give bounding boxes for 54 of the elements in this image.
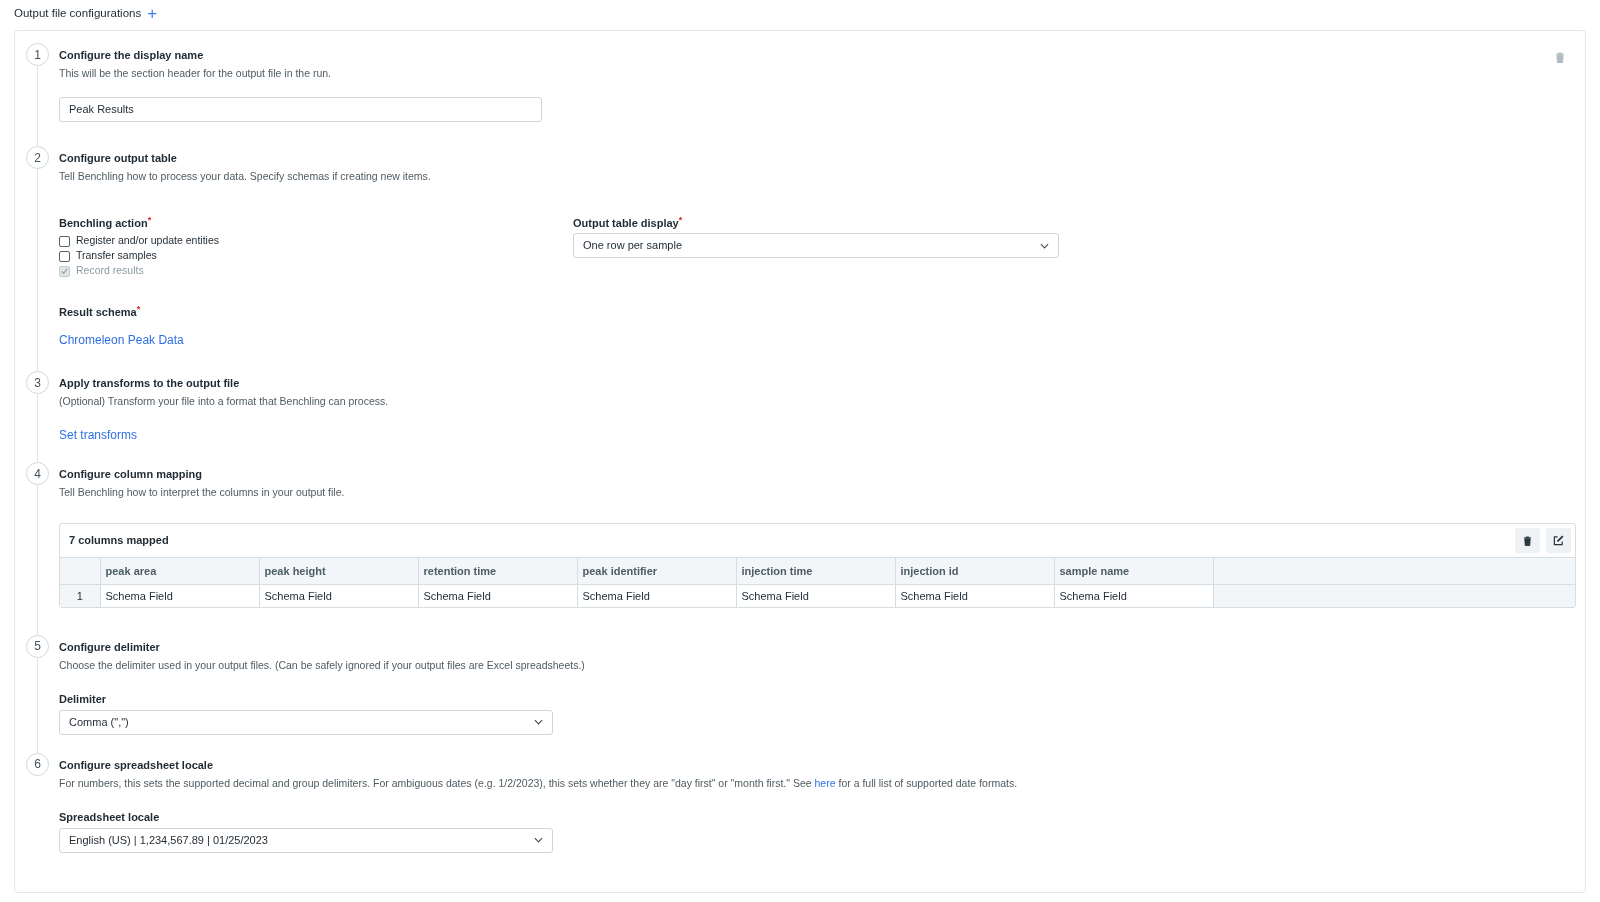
checkbox-label: Register and/or update entities	[76, 233, 219, 249]
dropdown[interactable]: One row per sample	[573, 233, 1059, 258]
delete-button[interactable]	[1515, 528, 1540, 553]
table-cell: Schema Field	[418, 584, 577, 607]
row-number: 1	[60, 584, 100, 607]
chevron-down-icon	[534, 719, 543, 725]
text-field[interactable]: Peak Results	[59, 97, 542, 122]
chevron-down-icon	[1040, 242, 1049, 249]
step-title: Configure the display name	[59, 48, 204, 61]
column-header: peak area	[100, 557, 259, 585]
checkbox[interactable]	[59, 235, 70, 247]
link[interactable]: Set transforms	[59, 426, 138, 444]
edit-button[interactable]	[1546, 528, 1571, 553]
edit-icon	[1553, 535, 1564, 546]
column-header: retention time	[418, 557, 577, 585]
step-title: Configure output table	[59, 151, 177, 164]
step-title: Configure column mapping	[59, 467, 202, 480]
table-cell: Schema Field	[1054, 584, 1213, 607]
step-description: Tell Benchling how to interpret the columns in your output file.	[59, 485, 346, 498]
add-button[interactable]: +	[147, 6, 158, 22]
column-header: sample name	[1054, 557, 1213, 585]
column-header: injection id	[895, 557, 1054, 585]
table-cell: Schema Field	[577, 584, 736, 607]
field-label: Output table display$^{*}$	[573, 215, 684, 229]
checkbox[interactable]	[59, 250, 70, 262]
step-description: Tell Benchling how to process your data. Specify schemas if creating new items.	[59, 169, 432, 182]
step-title: Apply transforms to the output file	[59, 376, 240, 389]
column-header: injection time	[736, 557, 895, 585]
field-label: Benchling action$^{*}$	[59, 215, 153, 229]
link[interactable]: here	[814, 776, 836, 789]
table-caption: 7 columns mapped	[69, 533, 169, 549]
field-label: Delimiter	[59, 691, 108, 705]
table-cell: Schema Field	[895, 584, 1054, 607]
dropdown[interactable]: Comma (",")	[59, 709, 553, 735]
column-header: peak height	[259, 557, 418, 585]
step-description: (Optional) Transform your file into a format that Benchling can process.	[59, 394, 390, 407]
step-description: This will be the section header for the output file in the run.	[59, 66, 332, 79]
step-title: Configure spreadsheet locale	[59, 757, 214, 771]
field-label: Result schema$^{*}$	[59, 304, 142, 318]
dropdown[interactable]: English (US) | 1,234,567.89 | 01/25/2023	[59, 827, 553, 853]
step-title: Configure delimiter	[59, 639, 160, 653]
section-title: Output file configurations	[14, 6, 142, 22]
link[interactable]: Chromeleon Peak Data	[59, 331, 184, 349]
field-label: Spreadsheet locale	[59, 809, 161, 823]
step-description: For numbers, this sets the supported decimal and group delimiters. For ambiguous dates (e.g. 1/2/2023), this sets whether they are "day first" or "month first." See here for a full list of supported date formats.	[59, 775, 1019, 789]
checkbox-label: Record results	[76, 263, 144, 279]
trash-icon	[1523, 535, 1532, 546]
chevron-down-icon	[534, 837, 543, 843]
table-cell: Schema Field	[100, 584, 259, 607]
table-cell: Schema Field	[259, 584, 418, 607]
table-cell: Schema Field	[736, 584, 895, 607]
step-description: Choose the delimiter used in your output files. (Can be safely ignored if your output files are Excel spreadsheets.)	[59, 657, 586, 671]
column-header: peak identifier	[577, 557, 736, 585]
checkbox-label: Transfer samples	[76, 248, 157, 264]
